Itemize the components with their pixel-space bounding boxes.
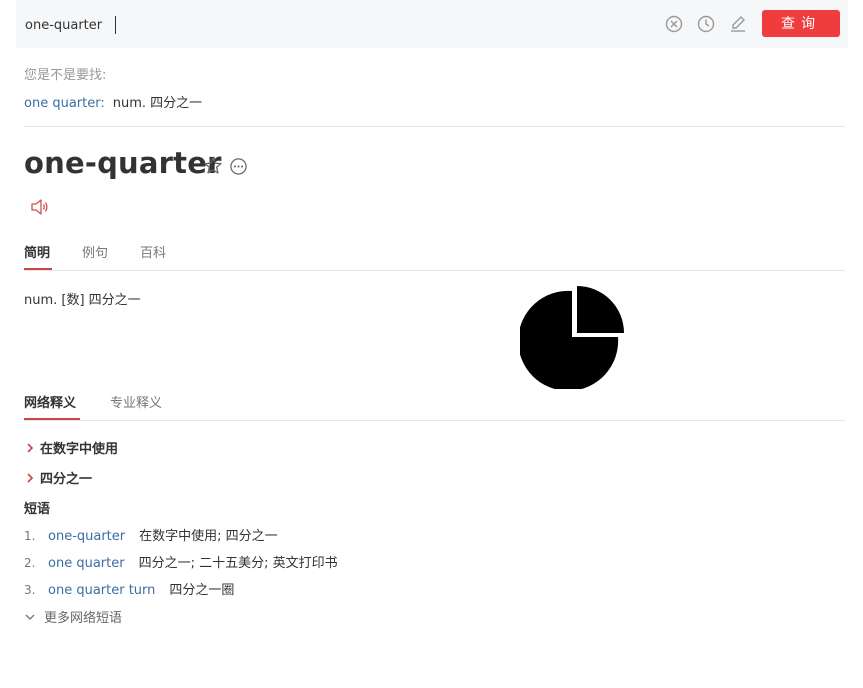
phrase-link[interactable]: one-quarter bbox=[48, 529, 125, 544]
phrase-definition: 四分之一圈 bbox=[169, 583, 235, 598]
basic-definition: num. [数] 四分之一 bbox=[24, 293, 141, 308]
tab-professional-definitions[interactable]: 专业释义 bbox=[110, 392, 162, 411]
divider bbox=[24, 126, 845, 127]
phrase-number: 3. bbox=[24, 583, 36, 597]
tab-web-definitions[interactable]: 网络释义 bbox=[24, 392, 76, 411]
headword: one-quarter bbox=[24, 146, 222, 180]
speaker-icon[interactable] bbox=[30, 198, 50, 216]
phrase-item: 1. one-quarter 在数字中使用; 四分之一 bbox=[24, 525, 278, 544]
phrase-number: 2. bbox=[24, 556, 36, 570]
tab-examples[interactable]: 例句 bbox=[82, 242, 108, 261]
web-sense-item[interactable]: 在数字中使用 bbox=[24, 438, 118, 457]
phrase-definition: 四分之一; 二十五美分; 英文打印书 bbox=[138, 556, 338, 571]
tab-brief[interactable]: 简明 bbox=[24, 242, 50, 261]
suggestion-definition: num. 四分之一 bbox=[112, 96, 203, 111]
chevron-right-icon bbox=[27, 443, 34, 453]
search-button[interactable]: 查询 bbox=[762, 10, 840, 37]
divider bbox=[24, 270, 845, 271]
web-tabs: 网络释义 专业释义 bbox=[24, 392, 845, 432]
phrase-item: 2. one quarter 四分之一; 二十五美分; 英文打印书 bbox=[24, 552, 338, 571]
more-phrases-link[interactable]: 更多网络短语 bbox=[24, 607, 122, 626]
suggestion-title: 您是不是要找: bbox=[24, 68, 107, 83]
suggestion-separator: : bbox=[100, 96, 105, 111]
suggestion-row: one quarter: num. 四分之一 bbox=[24, 92, 202, 111]
search-input[interactable] bbox=[25, 14, 585, 36]
phrases-title: 短语 bbox=[24, 502, 51, 517]
phrase-definition: 在数字中使用; 四分之一 bbox=[139, 529, 278, 544]
phrase-number: 1. bbox=[24, 529, 36, 543]
chevron-right-icon bbox=[27, 473, 34, 483]
chevron-down-icon bbox=[25, 614, 35, 620]
more-phrases-label: 更多网络短语 bbox=[44, 611, 123, 626]
phrase-link[interactable]: one quarter turn bbox=[48, 583, 155, 598]
phrase-link[interactable]: one quarter bbox=[48, 556, 125, 571]
web-sense-label: 四分之一 bbox=[40, 472, 93, 487]
edit-icon[interactable] bbox=[728, 14, 748, 34]
more-icon[interactable] bbox=[229, 157, 248, 176]
web-sense-item[interactable]: 四分之一 bbox=[24, 468, 92, 487]
clear-icon[interactable] bbox=[664, 14, 684, 34]
pie-chart-icon bbox=[520, 286, 624, 389]
basic-tabs: 简明 例句 百科 bbox=[24, 242, 845, 282]
text-caret bbox=[115, 16, 116, 34]
phrase-item: 3. one quarter turn 四分之一圈 bbox=[24, 579, 234, 598]
tab-encyclopedia[interactable]: 百科 bbox=[140, 242, 166, 261]
suggestion-link[interactable]: one quarter bbox=[24, 96, 100, 111]
search-bar: 查询 bbox=[16, 0, 848, 48]
history-icon[interactable] bbox=[696, 14, 716, 34]
divider bbox=[24, 420, 845, 421]
star-icon[interactable] bbox=[203, 156, 223, 176]
web-sense-label: 在数字中使用 bbox=[40, 442, 119, 457]
